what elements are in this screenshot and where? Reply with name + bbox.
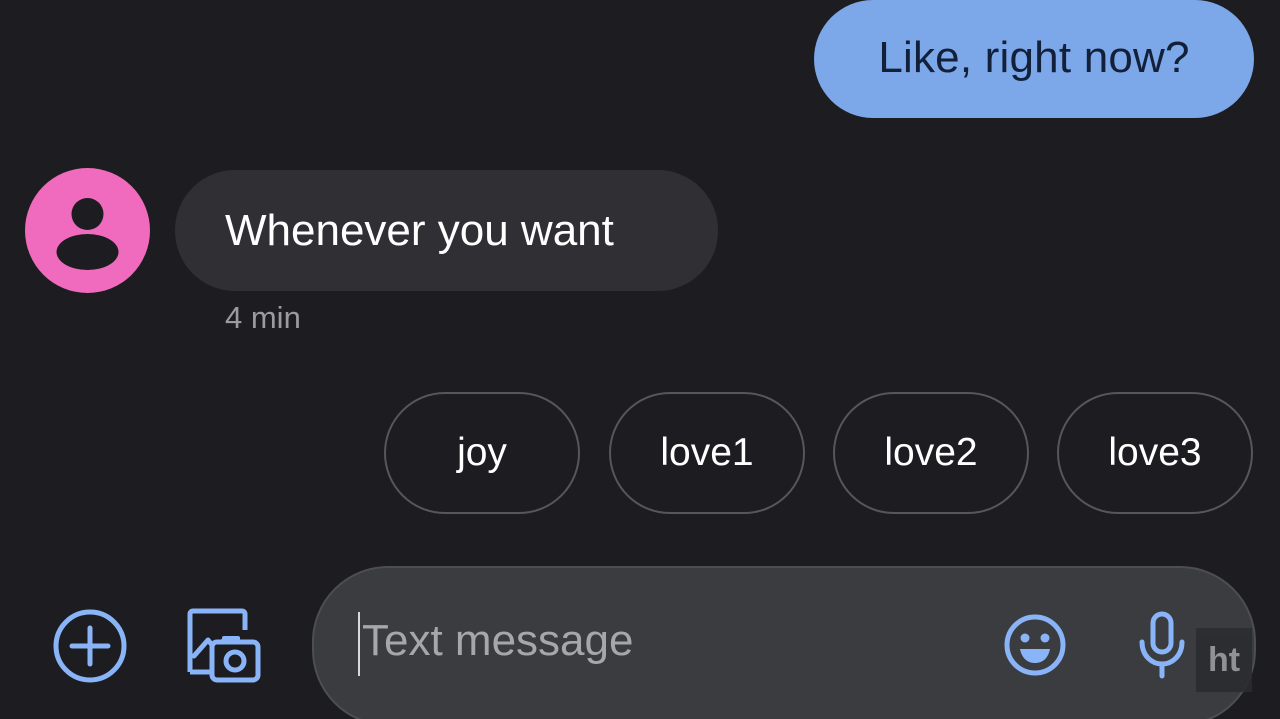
messages-screen: Like, right now? Whenever you want 4 min…	[0, 0, 1280, 719]
message-timestamp: 4 min	[225, 300, 301, 335]
outgoing-message-bubble[interactable]: Like, right now?	[814, 0, 1254, 118]
person-icon	[56, 198, 119, 270]
voice-input-button[interactable]	[1134, 610, 1190, 682]
emoji-icon	[1004, 614, 1066, 676]
gallery-button[interactable]	[180, 604, 262, 686]
microphone-icon	[1139, 611, 1185, 679]
incoming-message-bubble[interactable]: Whenever you want	[175, 170, 718, 291]
emoji-button[interactable]	[1002, 612, 1068, 678]
suggestion-chip-joy[interactable]: joy	[384, 392, 580, 514]
compose-placeholder: Text message	[362, 616, 634, 665]
contact-avatar[interactable]	[25, 168, 150, 293]
suggestion-chip-love1[interactable]: love1	[609, 392, 805, 514]
add-circle-icon	[53, 609, 127, 683]
gallery-camera-icon	[187, 608, 261, 683]
suggestion-chip-love3[interactable]: love3	[1057, 392, 1253, 514]
message-compose-field[interactable]: Text message	[312, 566, 1256, 719]
attach-button[interactable]	[50, 606, 130, 686]
suggestion-chip-love2[interactable]: love2	[833, 392, 1029, 514]
watermark-logo: ht	[1196, 628, 1252, 692]
text-cursor	[358, 612, 360, 676]
incoming-message-text: Whenever you want	[225, 205, 614, 255]
outgoing-message-text: Like, right now?	[878, 33, 1190, 82]
